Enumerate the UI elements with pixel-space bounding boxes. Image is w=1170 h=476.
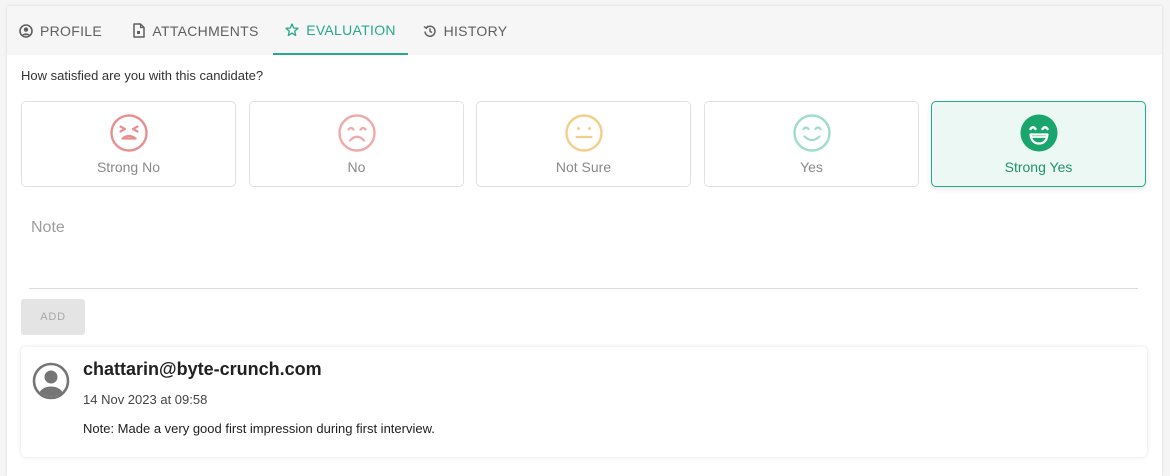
tab-bar: PROFILE ATTACHMENTS EVALUATION HISTORY bbox=[7, 6, 1162, 55]
add-button[interactable]: ADD bbox=[21, 299, 85, 335]
user-circle-icon bbox=[19, 23, 33, 38]
rating-strong-yes[interactable]: Strong Yes bbox=[931, 101, 1146, 187]
rating-yes[interactable]: Yes bbox=[704, 101, 919, 187]
rating-strong-no[interactable]: Strong No bbox=[21, 101, 236, 187]
tab-evaluation-label: EVALUATION bbox=[306, 21, 396, 38]
comment-card: chattarin@byte-crunch.com 14 Nov 2023 at… bbox=[21, 347, 1147, 457]
tab-history[interactable]: HISTORY bbox=[415, 6, 515, 55]
comment-author: chattarin@byte-crunch.com bbox=[83, 359, 322, 379]
grin-face-icon bbox=[1020, 114, 1057, 152]
star-icon bbox=[285, 22, 299, 36]
tab-profile[interactable]: PROFILE bbox=[7, 6, 114, 55]
tab-evaluation[interactable]: EVALUATION bbox=[273, 6, 408, 55]
rating-label: Strong No bbox=[96, 159, 161, 175]
rating-label: Yes bbox=[800, 159, 823, 175]
note-input[interactable] bbox=[29, 209, 1138, 289]
furious-face-icon bbox=[109, 114, 148, 152]
smile-face-icon bbox=[792, 114, 831, 152]
satisfaction-question: How satisfied are you with this candidat… bbox=[21, 68, 264, 83]
rating-not-sure[interactable]: Not Sure bbox=[476, 101, 691, 187]
tab-attachments-label: ATTACHMENTS bbox=[152, 22, 259, 39]
tab-attachments[interactable]: ATTACHMENTS bbox=[121, 6, 271, 55]
avatar bbox=[32, 362, 70, 400]
comment-text: Note: Made a very good first impression … bbox=[83, 421, 435, 436]
comment-date: 14 Nov 2023 at 09:58 bbox=[83, 392, 208, 407]
rating-no[interactable]: No bbox=[249, 101, 464, 187]
rating-label: Strong Yes bbox=[1004, 159, 1073, 175]
tab-profile-label: PROFILE bbox=[39, 22, 102, 39]
rating-label: Not Sure bbox=[555, 159, 612, 175]
rating-options: Strong No No Not Sure Yes Strong Yes bbox=[21, 101, 1147, 189]
document-icon bbox=[133, 23, 146, 38]
rating-label: No bbox=[347, 159, 366, 175]
history-icon bbox=[423, 24, 436, 37]
neutral-face-icon bbox=[564, 114, 603, 152]
sad-face-icon bbox=[337, 114, 376, 152]
evaluation-panel: PROFILE ATTACHMENTS EVALUATION HISTORY H… bbox=[7, 6, 1162, 476]
tab-history-label: HISTORY bbox=[443, 22, 508, 39]
